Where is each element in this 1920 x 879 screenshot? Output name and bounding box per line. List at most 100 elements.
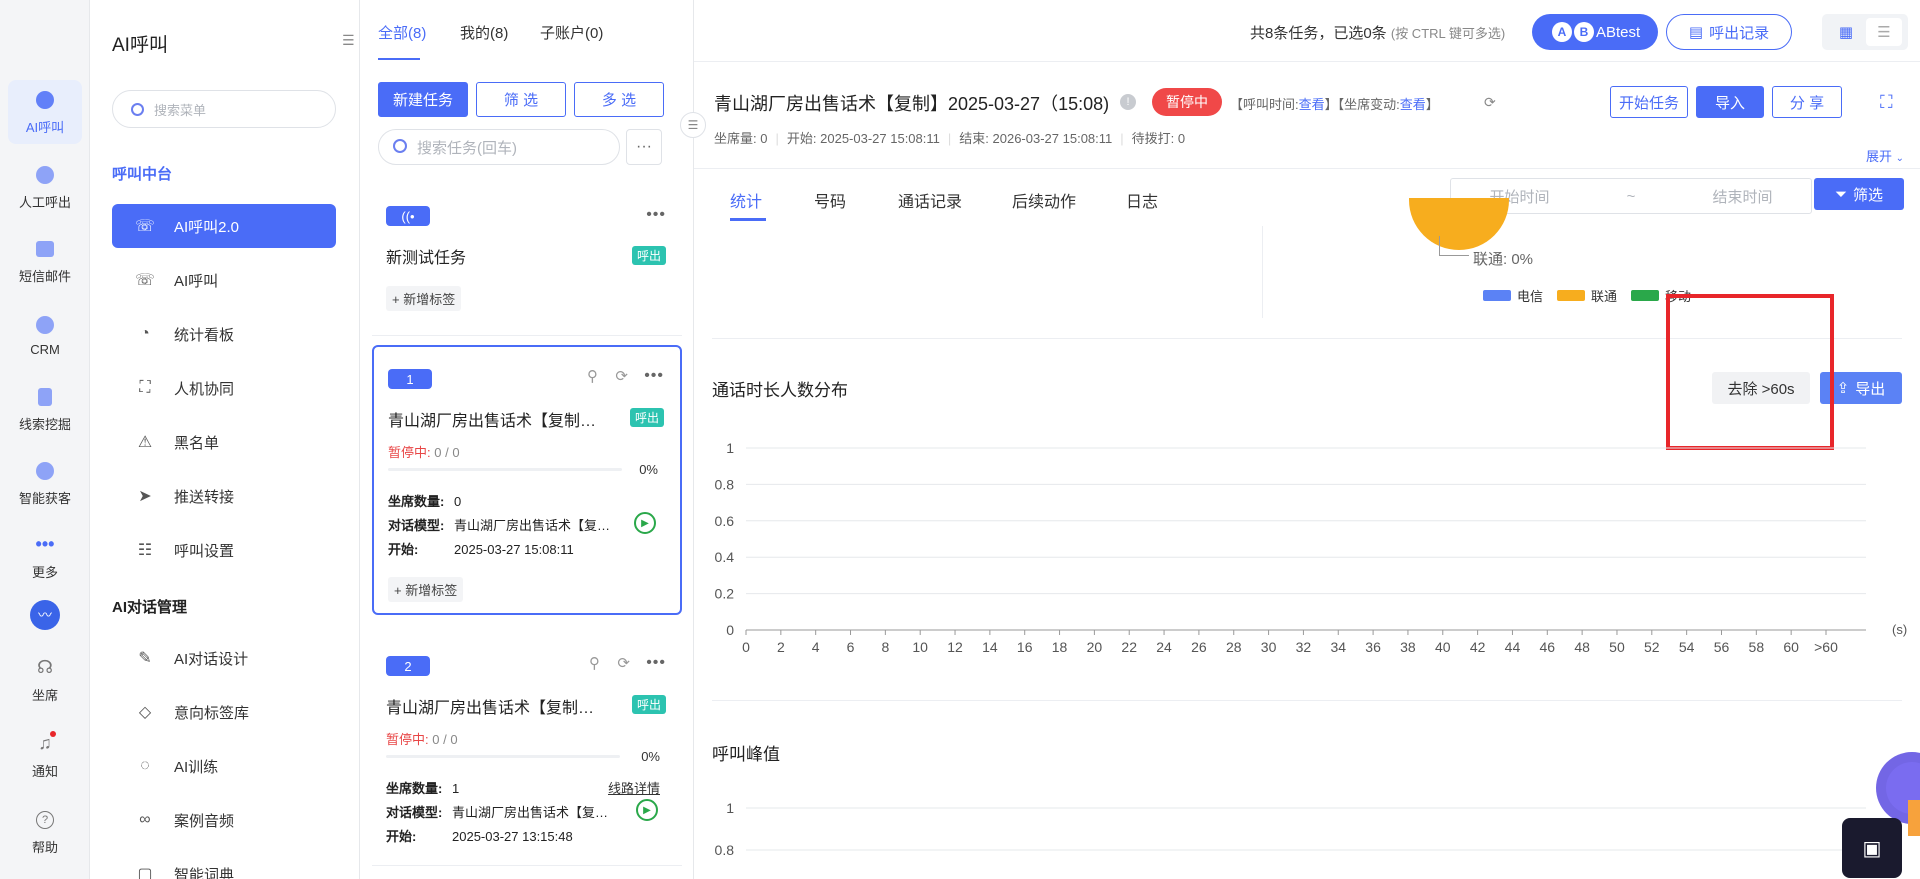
task-card[interactable]: ((• ••• 新测试任务 呼出 + 新增标签 bbox=[372, 190, 682, 336]
play-icon[interactable]: ▶ bbox=[634, 512, 656, 534]
card-more-icon[interactable]: ••• bbox=[646, 206, 666, 224]
divider bbox=[712, 700, 1902, 701]
view-call-time-link[interactable]: 查看 bbox=[1299, 97, 1325, 112]
add-tag-button[interactable]: + 新增标签 bbox=[388, 577, 464, 602]
info-icon[interactable]: ! bbox=[1120, 94, 1136, 110]
feedback-chat-icon[interactable]: ▣ bbox=[1842, 818, 1902, 878]
new-task-button[interactable]: 新建任务 bbox=[378, 82, 468, 117]
rail-item-more[interactable]: ••• 更多 bbox=[8, 525, 82, 589]
tab-call-records[interactable]: 通话记录 bbox=[898, 188, 962, 212]
tab-stats[interactable]: 统计 bbox=[730, 188, 762, 212]
expand-toggle[interactable]: 展开 ⌄ bbox=[1866, 146, 1904, 165]
refresh-icon[interactable]: ⟳ bbox=[1484, 94, 1496, 111]
divider bbox=[694, 168, 1920, 169]
view-toggle: ▦ ☰ bbox=[1822, 14, 1908, 50]
x-tick-label: 48 bbox=[1574, 639, 1590, 655]
pin-icon[interactable]: ⚲ bbox=[587, 367, 598, 385]
rail-item-acquire[interactable]: 智能获客 bbox=[8, 451, 82, 515]
tab-follow-up[interactable]: 后续动作 bbox=[1012, 188, 1076, 212]
user-menu[interactable]: A B ABtest bbox=[1532, 14, 1658, 50]
import-button[interactable]: 导入 bbox=[1696, 86, 1764, 118]
task-card[interactable]: 2 ⚲ ⟳ ••• 青山湖厂房出售话术【复制】2025-03-27 (13:15… bbox=[372, 636, 682, 866]
top-bar: 共8条任务，已选0条 (按 CTRL 键可多选) A B ABtest ▤ 呼出记… bbox=[694, 0, 1920, 62]
bracket: 】 bbox=[1425, 97, 1439, 112]
menu-item-call-settings[interactable]: ☷ 呼叫设置 bbox=[112, 528, 336, 572]
list-view-icon[interactable]: ☰ bbox=[1866, 18, 1902, 46]
book-icon: ▢ bbox=[137, 866, 153, 879]
rail-item-crm[interactable]: CRM bbox=[8, 303, 82, 367]
task-more-button[interactable]: ··· bbox=[626, 129, 662, 165]
faded-legend bbox=[884, 228, 1104, 248]
filter-button[interactable]: 筛 选 bbox=[476, 82, 566, 117]
x-tick-label: 2 bbox=[777, 639, 785, 655]
fullscreen-icon[interactable]: ⛶ bbox=[1880, 92, 1893, 113]
menu-item-ai-call-2[interactable]: ☏ AI呼叫2.0 bbox=[112, 204, 336, 248]
collapse-list-icon[interactable]: ☰ bbox=[680, 112, 706, 138]
duration-chart: 00.20.40.60.810 2 4 6 8 10 12 14 16 18 20 22 24 26 28 3… bbox=[715, 440, 1908, 655]
view-seat-change-link[interactable]: 查看 bbox=[1400, 97, 1426, 112]
card-more-icon[interactable]: ••• bbox=[644, 367, 664, 385]
start-task-button[interactable]: 开始任务 bbox=[1610, 86, 1688, 118]
bell-icon: ♫ bbox=[34, 730, 56, 755]
rail-item-notify[interactable]: ♫ 通知 bbox=[8, 724, 82, 788]
legend-item[interactable]: 电信 bbox=[1483, 286, 1543, 305]
menu-item-collab[interactable]: ⛶ 人机协同 bbox=[112, 366, 336, 410]
share-button[interactable]: 分 享 bbox=[1772, 86, 1842, 118]
menu-item-blacklist[interactable]: ⚠ 黑名单 bbox=[112, 420, 336, 464]
y-tick-label: 0.8 bbox=[715, 842, 735, 858]
highlight-box bbox=[1666, 294, 1834, 450]
pin-icon[interactable]: ⚲ bbox=[589, 654, 600, 672]
tab-mine[interactable]: 我的(8) bbox=[460, 22, 508, 43]
task-title: 青山湖厂房出售话术【复制】2025-03-27（15:08) bbox=[714, 94, 1110, 114]
collapse-menu-icon[interactable]: ☰ bbox=[342, 32, 360, 50]
menu-item-label: AI呼叫2.0 bbox=[174, 218, 240, 236]
rail-item-sms[interactable]: 短信邮件 bbox=[8, 229, 82, 293]
status-text: 暂停中: bbox=[386, 732, 429, 747]
menu-item-case-audio[interactable]: ∞ 案例音频 bbox=[112, 798, 336, 842]
y-tick-label: 0.6 bbox=[715, 513, 735, 529]
tab-sub-accounts[interactable]: 子账户(0) bbox=[540, 22, 603, 43]
multi-select-button[interactable]: 多 选 bbox=[574, 82, 664, 117]
menu-item-ai-training[interactable]: ◌ AI训练 bbox=[112, 744, 336, 788]
menu-item-dictionary[interactable]: ▢ 智能词典 bbox=[112, 852, 336, 879]
rail-label: 智能获客 bbox=[18, 490, 71, 506]
legend-item[interactable]: 联通 bbox=[1557, 286, 1617, 305]
task-list-panel: 全部(8) 我的(8) 子账户(0) 新建任务 筛 选 多 选 搜索任务(回车)… bbox=[360, 0, 694, 879]
menu-item-push[interactable]: ➤ 推送转接 bbox=[112, 474, 336, 518]
task-status: 暂停中: 0 / 0 bbox=[386, 729, 458, 748]
card-more-icon[interactable]: ••• bbox=[646, 654, 666, 672]
rail-item-manual-call[interactable]: 人工呼出 bbox=[8, 155, 82, 219]
pie-chart-icon: ◔ bbox=[140, 325, 150, 342]
x-tick-label: 12 bbox=[947, 639, 963, 655]
rail-item-leads[interactable]: 线索挖掘 bbox=[8, 377, 82, 441]
task-search-input[interactable]: 搜索任务(回车) bbox=[378, 129, 620, 165]
x-tick-label: 4 bbox=[812, 639, 820, 655]
brand-logo-icon[interactable]: 〰 bbox=[30, 600, 60, 630]
refresh-icon[interactable]: ⟳ bbox=[617, 654, 630, 672]
tab-log[interactable]: 日志 bbox=[1126, 188, 1158, 212]
x-tick-label: 52 bbox=[1644, 639, 1660, 655]
add-tag-button[interactable]: + 新增标签 bbox=[386, 286, 462, 311]
rail-item-help[interactable]: ? 帮助 bbox=[8, 800, 82, 864]
play-icon[interactable]: ▶ bbox=[636, 799, 658, 821]
end-time-input[interactable]: 结束时间 bbox=[1712, 186, 1772, 207]
refresh-icon[interactable]: ⟳ bbox=[615, 367, 628, 385]
menu-search-input[interactable]: 搜索菜单 bbox=[112, 90, 336, 128]
task-card-selected[interactable]: 1 ⚲ ⟳ ••• 青山湖厂房出售话术【复制】2025-03-27 (15:08… bbox=[372, 345, 682, 615]
stats-filter-button[interactable]: ⏷ 筛选 bbox=[1814, 178, 1904, 210]
menu-item-stats[interactable]: ◔ 统计看板 bbox=[112, 312, 336, 356]
add-tag-label: 新增标签 bbox=[403, 292, 456, 307]
tab-numbers[interactable]: 号码 bbox=[814, 188, 846, 212]
filter-label: 筛选 bbox=[1853, 186, 1884, 204]
menu-item-dialog-design[interactable]: ✎ AI对话设计 bbox=[112, 636, 336, 680]
rail-item-seat[interactable]: ☊ 坐席 bbox=[8, 648, 82, 712]
line-detail-link[interactable]: 线路详情 bbox=[608, 778, 660, 797]
menu-item-ai-call[interactable]: ☏ AI呼叫 bbox=[112, 258, 336, 302]
rail-item-ai-call[interactable]: AI呼叫 bbox=[8, 80, 82, 144]
tab-all[interactable]: 全部(8) bbox=[378, 22, 426, 43]
rail-label: 帮助 bbox=[31, 839, 58, 855]
menu-item-tag-library[interactable]: ◇ 意向标签库 bbox=[112, 690, 336, 734]
call-record-button[interactable]: ▤ 呼出记录 bbox=[1666, 14, 1792, 50]
rail-label: 通知 bbox=[31, 763, 58, 779]
grid-view-icon[interactable]: ▦ bbox=[1828, 18, 1864, 46]
